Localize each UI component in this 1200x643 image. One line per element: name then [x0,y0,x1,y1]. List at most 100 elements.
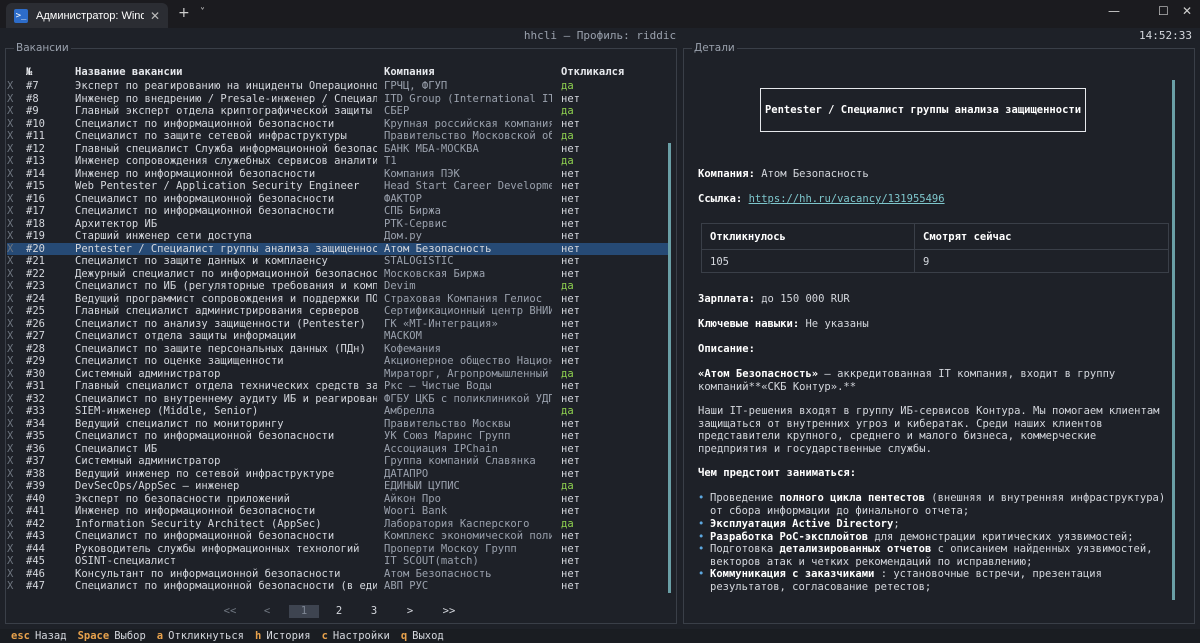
row-number: #43 [26,530,45,542]
page-last-button[interactable]: >> [434,605,464,618]
row-mark: X [7,155,14,167]
terminal-tab[interactable]: >_ Администратор: Windows Po ✕ [6,3,168,28]
description-company-bold: «Атом Безопасность» [698,368,819,380]
footer-key[interactable]: a [157,630,163,642]
table-row[interactable]: X #33 SIEM-инженер (Middle, Senior) Амбрелл… [7,405,669,418]
tab-dropdown-icon[interactable]: ˅ [200,7,205,18]
table-row[interactable]: X #9 Главный эксперт отдела криптографичес… [7,105,669,118]
table-row[interactable]: X #15 Web Pentester / Application Security… [7,180,669,193]
table-row[interactable]: X #45 OSINT-специалист IT SCOUT(match) нет [7,555,669,568]
table-row[interactable]: X #18 Архитектор ИБ РТК-Сервис нет [7,218,669,231]
close-window-button[interactable]: ✕ [1182,4,1192,18]
column-header-title[interactable]: Название вакансии [75,66,377,78]
table-row[interactable]: X #35 Специалист по информационной безопас… [7,430,669,443]
table-row[interactable]: X #20 Pentester / Специалист группы анализ… [7,242,669,255]
table-row[interactable]: X #31 Главный специалист отдела технически… [7,380,669,393]
description-p1-line2: компаний**«СКБ Контур».** [698,380,857,393]
table-row[interactable]: X #11 Специалист по защите сетевой инфраст… [7,130,669,143]
row-applied: да [561,105,574,117]
page-first-button[interactable]: << [215,605,245,618]
details-scrollbar[interactable] [1172,80,1175,600]
table-row[interactable]: X #28 Специалист по защите персональных да… [7,343,669,356]
row-number: #7 [26,80,39,92]
table-row[interactable]: X #39 DevSecOps/AppSec – инженер ЕДИНЫЙ ЦУП… [7,480,669,493]
row-applied: нет [561,392,580,405]
row-number: #11 [26,130,45,142]
table-row[interactable]: X #26 Специалист по анализу защищенности (… [7,318,669,331]
table-row[interactable]: X #21 Специалист по защите данных и компла… [7,255,669,268]
row-company: STALOGISTIC [384,255,454,267]
table-row[interactable]: X #24 Ведущий программист сопровождения и … [7,293,669,306]
maximize-button[interactable]: ☐ [1158,4,1169,18]
table-row[interactable]: X #37 Системный администратор Группа компан… [7,455,669,468]
column-header-number[interactable]: № [26,66,74,78]
table-row[interactable]: X #44 Руководитель службы информационных т… [7,543,669,556]
row-company: РТК-Сервис [384,217,448,230]
table-row[interactable]: X #29 Специалист по оценке защищенности Акц… [7,355,669,368]
table-row[interactable]: X #14 Инженер по информационной безопаснос… [7,168,669,181]
footer-key-label: История [266,630,311,642]
table-row[interactable]: X #34 Ведущий специалист по мониторингу Пра… [7,418,669,431]
table-row[interactable]: X #19 Старший инженер сети доступа Дом.ру не… [7,230,669,243]
page-next-button[interactable]: > [397,605,423,618]
row-applied: нет [561,492,580,505]
page-1-button[interactable]: 1 [289,605,319,618]
row-title: Инженер сопровождения служебных сервисов… [75,155,377,167]
skills-value: Не указаны [805,318,869,330]
table-row[interactable]: X #32 Специалист по внутреннему аудиту ИБ … [7,393,669,406]
table-row[interactable]: X #22 Дежурный специалист по информационно… [7,268,669,281]
table-row[interactable]: X #27 Специалист отдела защиты информации М… [7,330,669,343]
table-row[interactable]: X #10 Специалист по информационной безопас… [7,118,669,131]
description-paragraph-2: Наши IT-решения входят в группу ИБ-серви… [698,405,1160,455]
footer-key[interactable]: h [255,630,261,642]
tab-close-icon[interactable]: ✕ [150,9,160,23]
column-header-applied[interactable]: Откликался [561,66,631,78]
footer-key[interactable]: Space [78,630,110,642]
table-row[interactable]: X #12 Главный специалист Служба информацио… [7,143,669,156]
minimize-button[interactable]: — [1108,4,1120,18]
table-row[interactable]: X #23 Специалист по ИБ (регуляторные требо… [7,280,669,293]
page-prev-button[interactable]: < [254,605,280,618]
table-row[interactable]: X #38 Ведущий инженер по сетевой инфрастру… [7,468,669,481]
row-applied: нет [561,355,580,367]
table-row[interactable]: X #8 Инженер по внедрению / Presale-инжене… [7,93,669,106]
table-row[interactable]: X #7 Эксперт по реагированию на инциденты … [7,80,669,93]
row-mark: X [7,517,14,530]
table-row[interactable]: X #17 Специалист по информационной безопас… [7,205,669,218]
table-row[interactable]: X #43 Специалист по информационной безопас… [7,530,669,543]
page-3-button[interactable]: 3 [361,605,387,618]
page-2-button[interactable]: 2 [326,605,352,618]
footer-key[interactable]: esc [11,630,30,642]
table-row[interactable]: X #13 Инженер сопровождения служебных серв… [7,155,669,168]
row-applied: да [561,155,574,167]
table-row[interactable]: X #16 Специалист по информационной безопас… [7,193,669,206]
vacancies-scrollbar[interactable] [668,143,671,593]
row-mark: X [7,80,14,92]
table-row[interactable]: X #41 Инженер по информационной безопаснос… [7,505,669,518]
table-row[interactable]: X #40 Эксперт по безопасности приложений Ай… [7,493,669,506]
row-number: #16 [26,192,45,205]
row-mark: X [7,242,14,255]
table-row[interactable]: X #25 Главный специалист администрирования… [7,305,669,318]
column-header-company[interactable]: Компания [384,66,552,78]
row-number: #32 [26,392,45,405]
footer-key[interactable]: c [322,630,328,642]
bullet-icon: • [698,568,705,580]
row-number: #38 [26,467,45,480]
table-row[interactable]: X #47 Специалист по информационной безопас… [7,580,669,593]
table-row[interactable]: X #30 Системный администратор Мираторг, Агр… [7,368,669,381]
table-row[interactable]: X #46 Консультант по информационной безопа… [7,568,669,581]
row-title: Специалист по информационной безопасност… [75,430,335,442]
row-title: Старший инженер сети доступа [75,230,253,242]
window-titlebar: >_ Администратор: Windows Po ✕ + ˅ — ☐ ✕ [0,0,1200,28]
table-row[interactable]: X #42 Information Security Architect (AppS… [7,518,669,531]
row-number: #18 [26,217,45,230]
new-tab-button[interactable]: + [178,5,190,21]
footer-key[interactable]: q [401,630,407,642]
row-mark: X [7,105,14,117]
table-row[interactable]: X #36 Специалист ИБ Ассоциация IPChain нет [7,443,669,456]
row-applied: нет [561,567,580,580]
row-number: #36 [26,442,45,455]
row-company: IT SCOUT(match) [384,555,479,567]
vacancy-link[interactable]: https://hh.ru/vacancy/131955496 [749,193,945,205]
